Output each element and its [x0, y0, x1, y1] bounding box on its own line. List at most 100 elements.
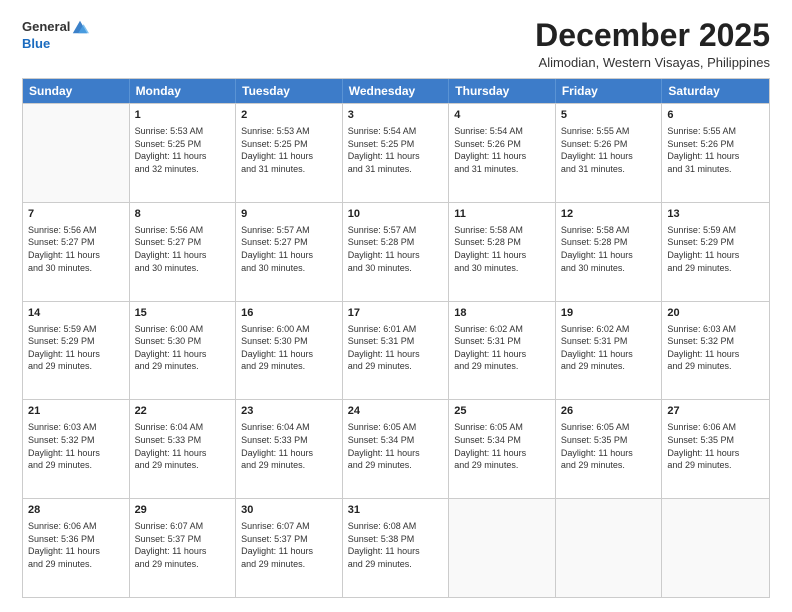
calendar-cell: 2 Sunrise: 5:53 AM Sunset: 5:25 PM Daylig…	[236, 104, 343, 202]
day-number: 5	[561, 108, 657, 123]
day-number: 26	[561, 404, 657, 419]
day-number: 1	[135, 108, 231, 123]
calendar-week: 21 Sunrise: 6:03 AM Sunset: 5:32 PM Dayli…	[23, 399, 769, 498]
cell-info: Sunrise: 5:55 AM Sunset: 5:26 PM Dayligh…	[561, 125, 657, 175]
day-number: 13	[667, 207, 764, 222]
day-number: 20	[667, 306, 764, 321]
day-number: 22	[135, 404, 231, 419]
cell-info: Sunrise: 5:56 AM Sunset: 5:27 PM Dayligh…	[135, 224, 231, 274]
day-number: 17	[348, 306, 444, 321]
cell-info: Sunrise: 5:59 AM Sunset: 5:29 PM Dayligh…	[28, 323, 124, 373]
calendar-header-cell: Monday	[130, 79, 237, 103]
day-number: 29	[135, 503, 231, 518]
calendar-week: 14 Sunrise: 5:59 AM Sunset: 5:29 PM Dayli…	[23, 301, 769, 400]
calendar-week: 28 Sunrise: 6:06 AM Sunset: 5:36 PM Dayli…	[23, 498, 769, 597]
day-number: 4	[454, 108, 550, 123]
calendar-cell: 24 Sunrise: 6:05 AM Sunset: 5:34 PM Dayli…	[343, 400, 450, 498]
calendar-cell: 17Sunrise: 6:01 AM Sunset: 5:31 PM Dayli…	[343, 302, 450, 400]
day-number: 25	[454, 404, 550, 419]
subtitle: Alimodian, Western Visayas, Philippines	[535, 55, 770, 70]
cell-info: Sunrise: 6:05 AM Sunset: 5:35 PM Dayligh…	[561, 421, 657, 471]
calendar-cell: 31 Sunrise: 6:08 AM Sunset: 5:38 PM Dayli…	[343, 499, 450, 597]
cell-info: Sunrise: 5:54 AM Sunset: 5:25 PM Dayligh…	[348, 125, 444, 175]
day-number: 28	[28, 503, 124, 518]
calendar-cell: 29 Sunrise: 6:07 AM Sunset: 5:37 PM Dayli…	[130, 499, 237, 597]
calendar-body: 1 Sunrise: 5:53 AM Sunset: 5:25 PM Daylig…	[23, 103, 769, 597]
calendar-header-cell: Saturday	[662, 79, 769, 103]
cell-info: Sunrise: 5:53 AM Sunset: 5:25 PM Dayligh…	[241, 125, 337, 175]
day-number: 18	[454, 306, 550, 321]
calendar-cell: 1 Sunrise: 5:53 AM Sunset: 5:25 PM Daylig…	[130, 104, 237, 202]
logo-icon	[71, 18, 89, 36]
cell-info: Sunrise: 6:02 AM Sunset: 5:31 PM Dayligh…	[561, 323, 657, 373]
day-number: 19	[561, 306, 657, 321]
day-number: 8	[135, 207, 231, 222]
cell-info: Sunrise: 6:00 AM Sunset: 5:30 PM Dayligh…	[241, 323, 337, 373]
day-number: 14	[28, 306, 124, 321]
cell-info: Sunrise: 6:05 AM Sunset: 5:34 PM Dayligh…	[454, 421, 550, 471]
day-number: 30	[241, 503, 337, 518]
calendar-cell: 15 Sunrise: 6:00 AM Sunset: 5:30 PM Dayli…	[130, 302, 237, 400]
cell-info: Sunrise: 6:03 AM Sunset: 5:32 PM Dayligh…	[28, 421, 124, 471]
calendar-cell: 6 Sunrise: 5:55 AM Sunset: 5:26 PM Daylig…	[662, 104, 769, 202]
calendar-cell: 21 Sunrise: 6:03 AM Sunset: 5:32 PM Dayli…	[23, 400, 130, 498]
calendar-cell: 10Sunrise: 5:57 AM Sunset: 5:28 PM Dayli…	[343, 203, 450, 301]
day-number: 6	[667, 108, 764, 123]
calendar-cell: 25 Sunrise: 6:05 AM Sunset: 5:34 PM Dayli…	[449, 400, 556, 498]
day-number: 2	[241, 108, 337, 123]
day-number: 21	[28, 404, 124, 419]
day-number: 27	[667, 404, 764, 419]
calendar-cell: 23Sunrise: 6:04 AM Sunset: 5:33 PM Dayli…	[236, 400, 343, 498]
calendar-header-cell: Wednesday	[343, 79, 450, 103]
calendar-cell: 5 Sunrise: 5:55 AM Sunset: 5:26 PM Daylig…	[556, 104, 663, 202]
logo-text: General	[22, 19, 70, 35]
calendar-week: 1 Sunrise: 5:53 AM Sunset: 5:25 PM Daylig…	[23, 103, 769, 202]
cell-info: Sunrise: 6:02 AM Sunset: 5:31 PM Dayligh…	[454, 323, 550, 373]
calendar-cell: 3 Sunrise: 5:54 AM Sunset: 5:25 PM Daylig…	[343, 104, 450, 202]
calendar-cell	[449, 499, 556, 597]
cell-info: Sunrise: 5:54 AM Sunset: 5:26 PM Dayligh…	[454, 125, 550, 175]
calendar-cell: 20Sunrise: 6:03 AM Sunset: 5:32 PM Dayli…	[662, 302, 769, 400]
cell-info: Sunrise: 6:07 AM Sunset: 5:37 PM Dayligh…	[241, 520, 337, 570]
day-number: 16	[241, 306, 337, 321]
cell-info: Sunrise: 6:08 AM Sunset: 5:38 PM Dayligh…	[348, 520, 444, 570]
calendar-cell: 8 Sunrise: 5:56 AM Sunset: 5:27 PM Daylig…	[130, 203, 237, 301]
calendar-cell: 7 Sunrise: 5:56 AM Sunset: 5:27 PM Daylig…	[23, 203, 130, 301]
calendar-cell	[556, 499, 663, 597]
cell-info: Sunrise: 5:58 AM Sunset: 5:28 PM Dayligh…	[561, 224, 657, 274]
day-number: 12	[561, 207, 657, 222]
day-number: 15	[135, 306, 231, 321]
logo-blue-text: Blue	[22, 36, 50, 52]
cell-info: Sunrise: 6:04 AM Sunset: 5:33 PM Dayligh…	[135, 421, 231, 471]
calendar-cell: 28 Sunrise: 6:06 AM Sunset: 5:36 PM Dayli…	[23, 499, 130, 597]
cell-info: Sunrise: 5:53 AM Sunset: 5:25 PM Dayligh…	[135, 125, 231, 175]
calendar-cell	[662, 499, 769, 597]
day-number: 24	[348, 404, 444, 419]
calendar-header-cell: Sunday	[23, 79, 130, 103]
header: General Blue December 2025 Alimodian, We…	[22, 18, 770, 70]
cell-info: Sunrise: 6:07 AM Sunset: 5:37 PM Dayligh…	[135, 520, 231, 570]
day-number: 7	[28, 207, 124, 222]
cell-info: Sunrise: 5:59 AM Sunset: 5:29 PM Dayligh…	[667, 224, 764, 274]
calendar-cell: 22 Sunrise: 6:04 AM Sunset: 5:33 PM Dayli…	[130, 400, 237, 498]
calendar-cell: 9Sunrise: 5:57 AM Sunset: 5:27 PM Daylig…	[236, 203, 343, 301]
logo: General Blue	[22, 18, 89, 52]
calendar-cell: 30 Sunrise: 6:07 AM Sunset: 5:37 PM Dayli…	[236, 499, 343, 597]
day-number: 3	[348, 108, 444, 123]
day-number: 31	[348, 503, 444, 518]
cell-info: Sunrise: 5:55 AM Sunset: 5:26 PM Dayligh…	[667, 125, 764, 175]
page: General Blue December 2025 Alimodian, We…	[0, 0, 792, 612]
main-title: December 2025	[535, 18, 770, 53]
day-number: 11	[454, 207, 550, 222]
cell-info: Sunrise: 6:00 AM Sunset: 5:30 PM Dayligh…	[135, 323, 231, 373]
cell-info: Sunrise: 6:06 AM Sunset: 5:35 PM Dayligh…	[667, 421, 764, 471]
calendar-cell: 16 Sunrise: 6:00 AM Sunset: 5:30 PM Dayli…	[236, 302, 343, 400]
cell-info: Sunrise: 6:06 AM Sunset: 5:36 PM Dayligh…	[28, 520, 124, 570]
cell-info: Sunrise: 5:58 AM Sunset: 5:28 PM Dayligh…	[454, 224, 550, 274]
calendar-cell: 13 Sunrise: 5:59 AM Sunset: 5:29 PM Dayli…	[662, 203, 769, 301]
calendar-header-cell: Tuesday	[236, 79, 343, 103]
calendar-cell: 18 Sunrise: 6:02 AM Sunset: 5:31 PM Dayli…	[449, 302, 556, 400]
cell-info: Sunrise: 6:05 AM Sunset: 5:34 PM Dayligh…	[348, 421, 444, 471]
calendar-week: 7 Sunrise: 5:56 AM Sunset: 5:27 PM Daylig…	[23, 202, 769, 301]
cell-info: Sunrise: 5:56 AM Sunset: 5:27 PM Dayligh…	[28, 224, 124, 274]
